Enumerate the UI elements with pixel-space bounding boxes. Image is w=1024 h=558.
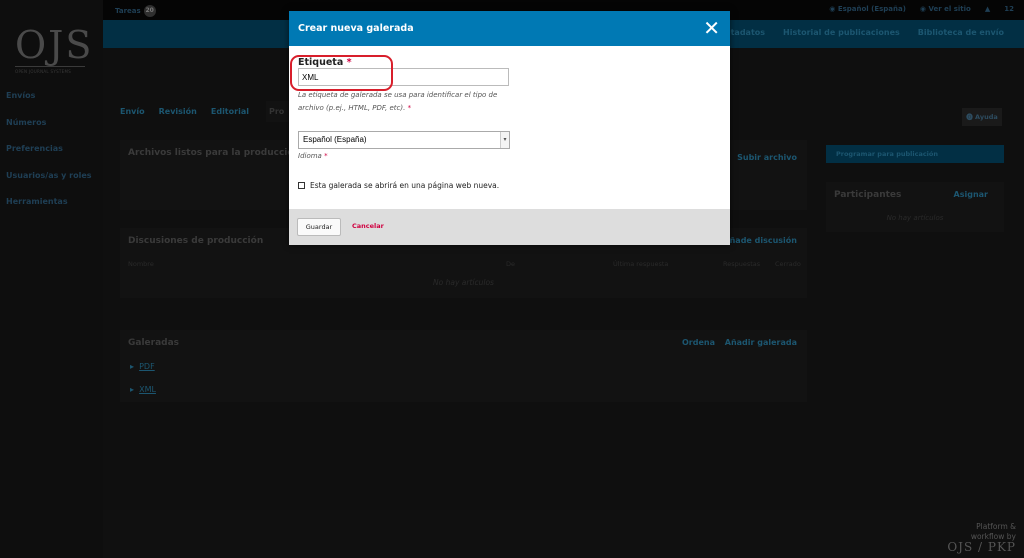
- notification-count[interactable]: 12: [1004, 5, 1014, 13]
- tab-production[interactable]: Pro: [269, 107, 284, 116]
- new-page-checkbox[interactable]: [298, 182, 305, 189]
- submission-library-link[interactable]: Biblioteca de envío: [918, 28, 1004, 37]
- tab-editorial[interactable]: Editorial: [211, 107, 249, 116]
- sidebar-nav: Envíos Números Preferencias Usuarios/as …: [0, 90, 103, 223]
- empty-message: No hay artículos: [433, 278, 494, 287]
- modal-header: Crear nueva galerada ✕: [289, 11, 730, 46]
- create-galley-modal: Crear nueva galerada ✕ Etiqueta * La eti…: [289, 11, 730, 245]
- add-discussion-link[interactable]: Añade discusión: [723, 236, 797, 245]
- galley-row[interactable]: ▸ XML: [130, 385, 156, 394]
- column-header: Respuestas: [723, 260, 761, 268]
- chevron-down-icon: ▾: [500, 132, 509, 148]
- column-header: De: [506, 260, 516, 268]
- view-site-link[interactable]: ◉ Ver el sitio: [920, 5, 971, 13]
- sidebar-item-settings[interactable]: Preferencias: [0, 143, 103, 170]
- publication-history-link[interactable]: Historial de publicaciones: [783, 28, 900, 37]
- column-header: Última respuesta: [613, 260, 669, 268]
- language-switcher[interactable]: ◉ Español (España): [829, 5, 906, 13]
- participants-panel: Participantes Asignar No hay artículos: [826, 182, 1004, 232]
- close-icon[interactable]: ✕: [703, 17, 720, 39]
- ojs-logo[interactable]: OJS OPEN JOURNAL SYSTEMS: [15, 26, 91, 76]
- required-marker: *: [324, 152, 328, 160]
- empty-message: No hay artículos: [886, 214, 944, 222]
- sidebar-item-users-roles[interactable]: Usuarios/as y roles: [0, 170, 103, 197]
- tasks-link[interactable]: Tareas 20: [115, 5, 156, 17]
- order-link[interactable]: Ordena: [682, 338, 715, 347]
- assign-link[interactable]: Asignar: [954, 190, 988, 199]
- required-marker: *: [407, 104, 412, 112]
- tasks-count-badge: 20: [143, 5, 156, 17]
- sidebar: OJS OPEN JOURNAL SYSTEMS Envíos Números …: [0, 0, 103, 558]
- top-right-links: ◉ Español (España) ◉ Ver el sitio ▲ 12: [829, 5, 1014, 13]
- cancel-link[interactable]: Cancelar: [352, 222, 384, 230]
- add-galley-link[interactable]: Añadir galerada: [725, 338, 797, 347]
- highlight-ring: [290, 55, 393, 91]
- help-button[interactable]: ⓿ Ayuda: [962, 108, 1002, 126]
- new-page-option[interactable]: Esta galerada se abrirá en una página we…: [298, 181, 499, 190]
- modal-footer: Guardar Cancelar: [289, 209, 730, 245]
- user-menu-icon[interactable]: ▲: [985, 5, 990, 13]
- panel-title: Galeradas: [128, 338, 180, 348]
- pkp-logo: OJS / PKP: [947, 540, 1016, 554]
- label-help-text: La etiqueta de galerada se usa para iden…: [298, 91, 498, 112]
- panel-title: Discusiones de producción: [128, 236, 264, 246]
- tab-submission[interactable]: Envío: [120, 107, 145, 116]
- panel-title: Participantes: [834, 190, 902, 200]
- panel-title: Archivos listos para la producción: [128, 148, 300, 158]
- header-links: Metadatos Historial de publicaciones Bib…: [717, 28, 1004, 37]
- submission-title-placeholder: [117, 56, 267, 86]
- workflow-tabs: Envío Revisión Editorial Pro: [120, 107, 284, 116]
- schedule-publication-button[interactable]: Programar para publicación: [826, 145, 1004, 163]
- modal-title: Crear nueva galerada: [298, 23, 414, 34]
- pkp-footer-credit[interactable]: Platform & workflow by OJS / PKP: [947, 522, 1016, 554]
- galley-row[interactable]: ▸ PDF: [130, 362, 155, 371]
- sidebar-item-submissions[interactable]: Envíos: [0, 90, 103, 117]
- upload-file-link[interactable]: Subir archivo: [737, 153, 797, 162]
- save-button[interactable]: Guardar: [297, 218, 341, 236]
- column-header: Nombre: [128, 260, 154, 268]
- column-header: Cerrado: [775, 260, 801, 268]
- sidebar-item-issues[interactable]: Números: [0, 117, 103, 144]
- language-select[interactable]: Español (España) ▾: [298, 131, 510, 149]
- tab-review[interactable]: Revisión: [159, 107, 197, 116]
- sidebar-item-tools[interactable]: Herramientas: [0, 196, 103, 223]
- footer: [103, 510, 1024, 558]
- language-field-label: Idioma *: [298, 152, 328, 160]
- galleys-panel: Galeradas Añadir galerada Ordena ▸ PDF ▸…: [120, 330, 807, 402]
